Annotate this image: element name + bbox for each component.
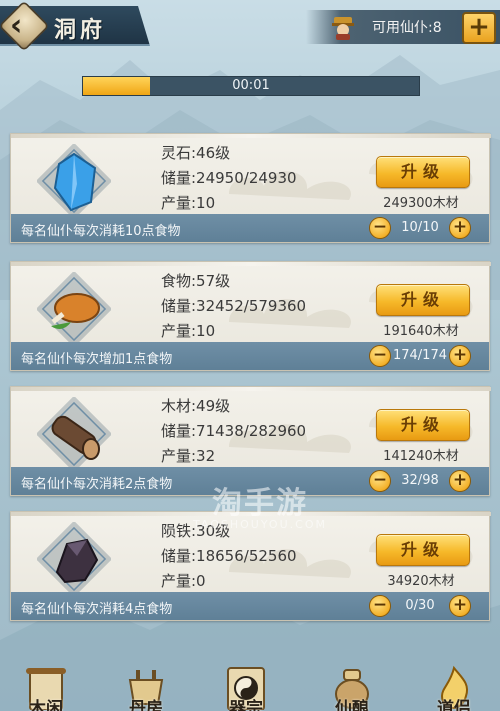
worker-consumption-note: 每名仙仆每次增加1点食物 <box>21 352 173 367</box>
storage-amount: 储量:24950/24930 <box>161 169 297 187</box>
upgrade-button[interactable]: 升级 <box>376 534 470 566</box>
chevron-left-icon[interactable]: ‹ <box>10 11 40 42</box>
worker-consumption-note: 每名仙仆每次消耗2点食物 <box>21 477 173 492</box>
plus-icon: + <box>452 470 468 490</box>
available-workers-label: 可用仙仆:8 <box>372 20 442 36</box>
nav-label: 道侣 <box>437 699 471 711</box>
plus-icon: + <box>468 12 490 42</box>
minus-icon: − <box>372 595 388 615</box>
timer-text: 00:01 <box>232 78 270 93</box>
nav-label: 仙酿 <box>335 699 369 711</box>
upgrade-button[interactable]: 升级 <box>376 156 470 188</box>
add-worker-to-building-button[interactable]: + <box>449 595 471 617</box>
resource-level: 木材:49级 <box>161 397 231 415</box>
add-worker-to-building-button[interactable]: + <box>449 217 471 239</box>
worker-count: 174/174 <box>392 348 447 363</box>
production-rate: 产量:32 <box>161 447 216 465</box>
servant-avatar-icon <box>332 17 354 40</box>
worker-count: 32/98 <box>401 473 439 488</box>
card-footer: 每名仙仆每次消耗10点食物 −10/10 + <box>11 214 489 242</box>
upgrade-button[interactable]: 升级 <box>376 284 470 316</box>
upgrade-cost: 191640木材 <box>383 324 459 339</box>
remove-worker-button[interactable]: − <box>369 595 391 617</box>
nav-label: 木闲 <box>29 699 63 711</box>
nav-item-0[interactable]: 木闲 <box>6 660 86 711</box>
top-bar: ‹ 洞府 可用仙仆:8 + <box>0 0 500 52</box>
storage-amount: 储量:18656/52560 <box>161 547 297 565</box>
production-rate: 产量:0 <box>161 572 206 590</box>
bottom-nav: 木闲 丹房 器宗 仙酿 道侣 <box>0 660 500 711</box>
worker-consumption-note: 每名仙仆每次消耗10点食物 <box>21 224 181 239</box>
worker-count: 10/10 <box>401 220 439 235</box>
watermark-main: 淘手游 <box>212 486 308 521</box>
meteoric-iron-icon <box>37 522 111 596</box>
nav-item-1[interactable]: 丹房 <box>106 660 186 711</box>
worker-consumption-note: 每名仙仆每次消耗4点食物 <box>21 602 173 617</box>
upgrade-cost: 141240木材 <box>383 449 459 464</box>
roast-meat-icon <box>37 272 111 346</box>
card-footer: 每名仙仆每次消耗4点食物 − 0/30 + <box>11 592 489 620</box>
nav-label: 丹房 <box>129 699 163 711</box>
storage-amount: 储量:71438/282960 <box>161 422 307 440</box>
remove-worker-button[interactable]: − <box>369 217 391 239</box>
card-footer: 每名仙仆每次增加1点食物 −174/174 + <box>11 342 489 370</box>
page-title: 洞府 <box>54 17 107 43</box>
add-worker-to-building-button[interactable]: + <box>449 345 471 367</box>
nav-item-2[interactable]: 器宗 <box>206 660 286 711</box>
production-timer-bar: 00:01 <box>82 76 420 96</box>
resource-level: 灵石:46级 <box>161 144 231 162</box>
remove-worker-button[interactable]: − <box>369 345 391 367</box>
nav-item-3[interactable]: 仙酿 <box>312 660 392 711</box>
nav-item-4[interactable]: 道侣 <box>414 660 494 711</box>
remove-worker-button[interactable]: − <box>369 470 391 492</box>
minus-icon: − <box>372 217 388 237</box>
spirit-stone-icon <box>37 144 111 218</box>
building-card: 食物:57级储量:32452/579360 产量:10 升级 191640木材每名仙仆… <box>10 261 491 371</box>
plus-icon: + <box>452 217 468 237</box>
wood-log-icon <box>37 397 111 471</box>
storage-amount: 储量:32452/579360 <box>161 297 307 315</box>
add-worker-to-building-button[interactable]: + <box>449 470 471 492</box>
minus-icon: − <box>372 345 388 365</box>
building-card: 灵石:46级储量:24950/24930 产量:10 升级 249300木材每名仙仆每… <box>10 133 491 243</box>
upgrade-cost: 34920木材 <box>387 574 455 589</box>
production-rate: 产量:10 <box>161 322 216 340</box>
watermark: 淘手游 TAOSHOUYOU.COM <box>170 478 350 538</box>
upgrade-cost: 249300木材 <box>383 196 459 211</box>
resource-level: 食物:57级 <box>161 272 231 290</box>
plus-icon: + <box>452 595 468 615</box>
worker-count: 0/30 <box>405 598 435 613</box>
watermark-sub: TAOSHOUYOU.COM <box>193 518 327 531</box>
minus-icon: − <box>372 470 388 490</box>
plus-icon: + <box>452 345 468 365</box>
production-rate: 产量:10 <box>161 194 216 212</box>
nav-label: 器宗 <box>229 699 263 711</box>
upgrade-button[interactable]: 升级 <box>376 409 470 441</box>
add-worker-button[interactable]: + <box>462 12 496 44</box>
